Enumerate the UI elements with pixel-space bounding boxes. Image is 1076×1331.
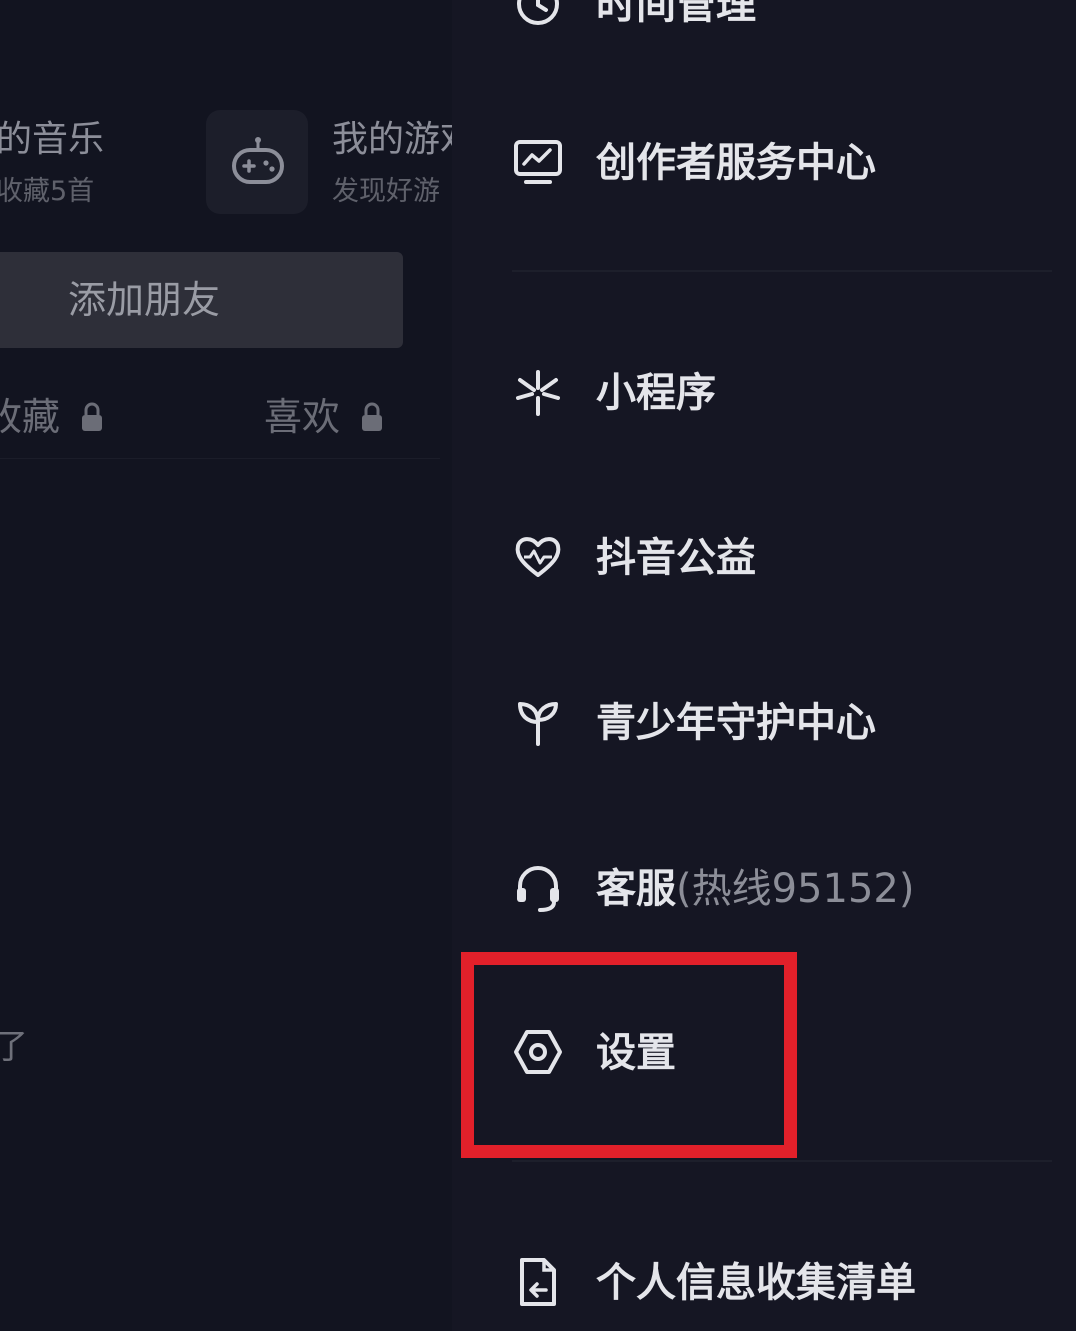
headset-icon xyxy=(517,866,559,912)
gamepad-icon xyxy=(232,137,284,184)
menu-item-personal-info-list[interactable]: 个人信息收集清单 xyxy=(512,1244,1052,1324)
menu-item-label: 青少年守护中心 xyxy=(596,700,876,746)
menu-item-label: 客服(热线95152) xyxy=(596,866,914,912)
settings-hexagon-icon xyxy=(514,1030,562,1074)
game-title: 我的游戏 xyxy=(332,119,452,160)
menu-item-settings[interactable]: 设置 xyxy=(512,1014,1052,1094)
divider xyxy=(512,270,1052,272)
divider xyxy=(512,1160,1052,1162)
menu-item-creator-center[interactable]: 创作者服务中心 xyxy=(512,124,1052,204)
game-tile[interactable] xyxy=(206,110,308,214)
menu-item-label: 时间管理 xyxy=(596,0,756,28)
menu-item-label: 个人信息收集清单 xyxy=(596,1260,916,1306)
music-title: 的音乐 xyxy=(0,119,105,160)
lock-icon xyxy=(362,402,383,431)
charity-heart-icon xyxy=(515,537,561,577)
menu-item-label: 创作者服务中心 xyxy=(596,140,876,186)
tab-likes[interactable]: 喜欢 xyxy=(264,398,384,436)
menu-item-mini-program[interactable]: 小程序 xyxy=(512,354,1052,434)
tab-favorites[interactable]: 收藏 xyxy=(0,398,104,436)
menu-item-label: 设置 xyxy=(596,1030,676,1076)
text-fragment: 了 xyxy=(0,1027,28,1067)
side-drawer-menu: 时间管理 创作者服务中心 小程序 抖音公益 青少年守护中心 客服(热线95152… xyxy=(452,0,1076,1331)
hotline-note: (热线95152) xyxy=(676,866,915,912)
clock-icon xyxy=(517,0,559,25)
music-subtitle: 收藏5首 xyxy=(0,176,95,207)
creator-chart-icon xyxy=(514,140,562,184)
game-subtitle: 发现好游 xyxy=(332,176,440,207)
screen: 的音乐 收藏5首 我的游戏 发现好游 添加朋友 收藏 喜欢 xyxy=(0,0,1076,1331)
divider xyxy=(0,458,440,459)
menu-item-label: 抖音公益 xyxy=(596,535,756,581)
tab-likes-label: 喜欢 xyxy=(264,395,341,439)
tab-favorites-label: 收藏 xyxy=(0,395,61,439)
menu-item-charity[interactable]: 抖音公益 xyxy=(512,519,1052,599)
lock-icon xyxy=(82,402,103,431)
profile-panel-dimmed: 的音乐 收藏5首 我的游戏 发现好游 添加朋友 收藏 喜欢 xyxy=(0,0,452,1331)
customer-service-label: 客服 xyxy=(596,866,676,912)
menu-item-time-management[interactable]: 时间管理 xyxy=(512,0,1052,46)
add-friend-button[interactable]: 添加朋友 xyxy=(0,252,403,348)
menu-item-customer-service[interactable]: 客服(热线95152) xyxy=(512,850,1052,930)
sprout-icon xyxy=(518,702,558,746)
menu-item-youth-protection[interactable]: 青少年守护中心 xyxy=(512,684,1052,764)
mini-program-icon xyxy=(516,370,560,416)
menu-item-label: 小程序 xyxy=(596,370,716,416)
document-export-icon xyxy=(520,1258,556,1306)
